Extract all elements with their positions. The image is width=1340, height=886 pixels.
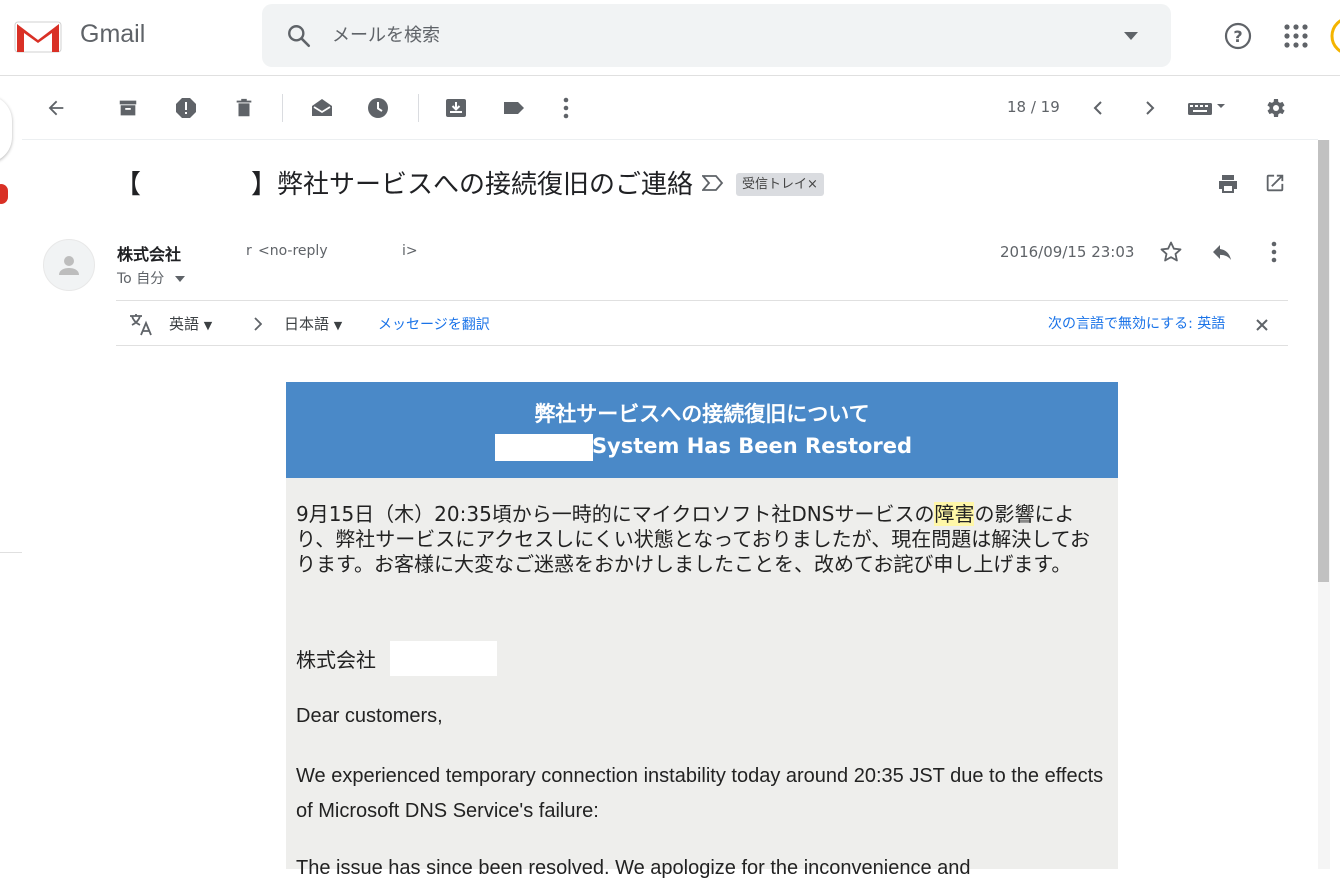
svg-text:?: ? (1233, 27, 1242, 46)
banner-title-jp: 弊社サービスへの接続復旧について (534, 402, 870, 426)
remove-label-button[interactable]: × (807, 177, 818, 192)
star-icon[interactable] (1159, 240, 1183, 264)
apps-grid-icon[interactable] (1284, 24, 1308, 48)
recipient-text: To 自分 (117, 271, 165, 287)
translate-icon (128, 311, 154, 337)
move-to-icon[interactable] (440, 92, 472, 124)
more-options-icon[interactable] (1271, 241, 1277, 263)
sender-email-end: i> (402, 243, 418, 259)
translate-message-link[interactable]: メッセージを翻訳 (378, 314, 490, 334)
search-bar[interactable] (262, 4, 1171, 67)
email-subject: 【 】弊社サービスへの接続復旧のご連絡 (115, 164, 693, 201)
mark-as-read-icon[interactable] (306, 92, 338, 124)
avatar-icon[interactable] (1330, 16, 1340, 56)
sender-avatar[interactable] (43, 239, 95, 291)
redacted-area (390, 641, 497, 676)
source-language: 英語 (169, 315, 200, 333)
toolbar-divider (282, 94, 283, 122)
compose-button[interactable] (0, 95, 12, 163)
redacted-area (141, 171, 252, 193)
scrollbar-thumb[interactable] (1318, 140, 1329, 582)
search-input[interactable] (332, 20, 1092, 50)
subject-text: 】弊社サービスへの接続復旧のご連絡 (251, 170, 694, 200)
older-chevron-icon[interactable] (1134, 92, 1166, 124)
pager-count: 18 / 19 (1007, 98, 1060, 116)
toolbar-divider (418, 94, 419, 122)
email-banner: 弊社サービスへの接続復旧について System Has Been Restore… (286, 382, 1118, 478)
open-in-new-window-icon[interactable] (1264, 172, 1286, 194)
search-options-icon[interactable] (1124, 32, 1138, 40)
app-name[interactable]: Gmail (80, 20, 145, 49)
email-date: 2016/09/15 23:03 (1000, 243, 1135, 261)
banner-title-en: System Has Been Restored (286, 434, 1118, 458)
menu-icon[interactable] (0, 18, 6, 58)
sender-name[interactable]: 株式会社 (117, 241, 181, 265)
en-paragraph-1: We experienced temporary connection inst… (296, 765, 1104, 822)
back-arrow-icon[interactable] (40, 92, 72, 124)
gmail-logo-icon[interactable] (14, 20, 62, 54)
newer-chevron-icon[interactable] (1082, 92, 1114, 124)
recipient-line[interactable]: To 自分 (117, 268, 185, 288)
message-toolbar: 18 / 19 (22, 78, 1318, 140)
help-icon[interactable]: ? (1224, 22, 1252, 50)
target-language-select[interactable]: 日本語 ▼ (284, 313, 342, 334)
jp-paragraph: 9月15日（木）20:35頃から一時的にマイクロソフト社DNSサービスの障害の影… (296, 502, 1108, 577)
jp-text-1: 9月15日（木）20:35頃から一時的にマイクロソフト社DNSサービスの (296, 502, 935, 526)
email-body: 9月15日（木）20:35頃から一時的にマイクロソフト社DNSサービスの障害の影… (286, 478, 1118, 879)
keyboard-icon[interactable] (1186, 92, 1230, 124)
sender-email: <no-reply (258, 243, 328, 259)
close-translate-icon[interactable] (1256, 319, 1268, 331)
person-icon (59, 256, 79, 275)
jp-highlight: 障害 (934, 502, 975, 526)
print-icon[interactable] (1216, 172, 1240, 196)
disable-translation-link[interactable]: 次の言語で無効にする: 英語 (1048, 313, 1225, 333)
settings-gear-icon[interactable] (1259, 92, 1291, 124)
top-header: Gmail ? (0, 0, 1340, 76)
label-text: 受信トレイ (742, 177, 808, 192)
translate-bar: 英語 ▼ 日本語 ▼ メッセージを翻訳 次の言語で無効にする: 英語 (116, 300, 1288, 346)
more-vert-icon[interactable] (550, 92, 582, 124)
recipient-details-dropdown-icon[interactable] (174, 276, 185, 282)
report-spam-icon[interactable] (170, 92, 202, 124)
sender-name-end: r (246, 243, 252, 259)
target-language-dropdown-icon: ▼ (333, 319, 343, 332)
divider (0, 552, 22, 553)
arrow-right-icon (254, 317, 262, 331)
greeting: Dear customers, (296, 705, 443, 727)
snooze-clock-icon[interactable] (362, 92, 394, 124)
banner-title-en-text: System Has Been Restored (591, 434, 913, 458)
target-language: 日本語 (284, 315, 330, 333)
source-language-select[interactable]: 英語 ▼ (169, 313, 212, 334)
label-icon[interactable] (498, 92, 530, 124)
subject-bracket: 【 (115, 170, 142, 200)
importance-marker-icon[interactable] (702, 174, 724, 192)
delete-icon[interactable] (228, 92, 260, 124)
source-language-dropdown-icon: ▼ (203, 319, 213, 332)
archive-icon[interactable] (112, 92, 144, 124)
jp-signature: 株式会社 (296, 648, 376, 672)
reply-icon[interactable] (1210, 240, 1234, 264)
search-icon[interactable] (286, 23, 312, 49)
inbox-label-chip[interactable]: 受信トレイ× (736, 173, 824, 196)
unread-badge (0, 184, 8, 204)
